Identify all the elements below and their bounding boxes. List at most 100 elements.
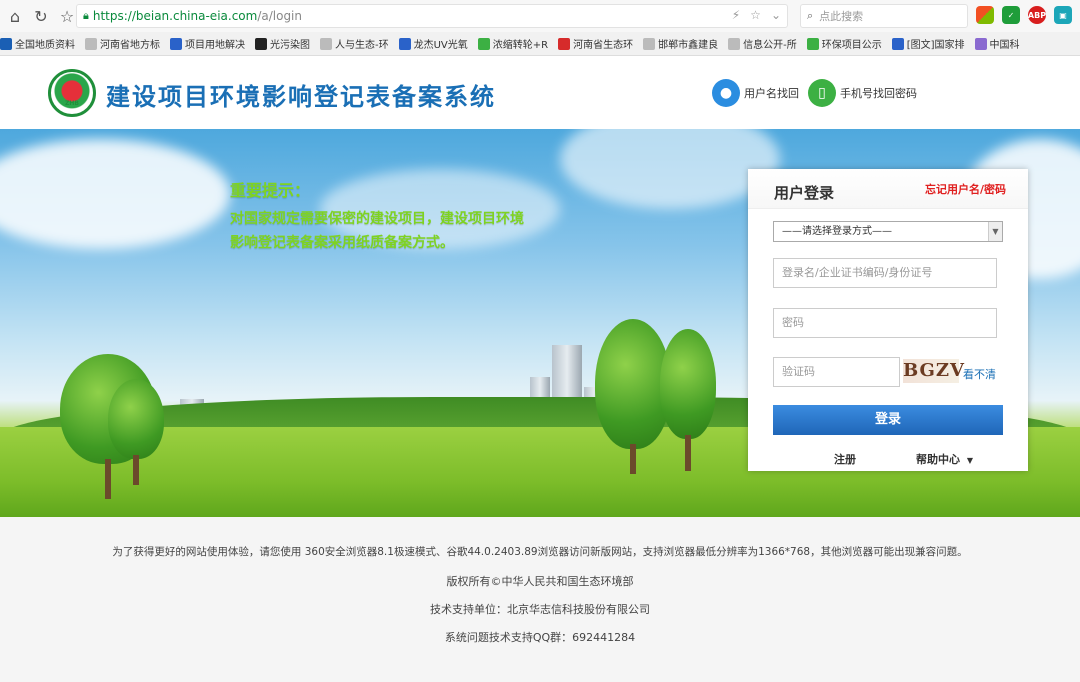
phone-recover-label: 手机号找回密码 [840, 87, 917, 100]
cloud [0, 139, 230, 249]
bookmark-label: 光污染图 [270, 40, 310, 51]
bookmark-label: 全国地质资料 [15, 40, 75, 51]
footer: 为了获得更好的网站使用体验，请您使用 360安全浏览器8.1极速模式、谷歌44.… [0, 517, 1080, 682]
browser-toolbar: ⌂ ↻ ☆ 🔒︎ https://beian.china-eia.com/a/l… [0, 0, 1080, 32]
footer-qq-group: 系统问题技术支持QQ群：692441284 [444, 631, 636, 644]
bookmark-item[interactable]: 浓缩转轮+R [477, 36, 549, 51]
bookmark-item[interactable]: 邯郸市鑫建良 [643, 36, 718, 51]
bookmark-label: 浓缩转轮+R [492, 40, 549, 51]
bookmark-icon [643, 37, 656, 50]
username-recover-label: 用户名找回 [744, 87, 799, 100]
screen-extension-icon[interactable]: ▣ [1054, 6, 1072, 24]
lightning-icon[interactable]: ⚡ [732, 8, 740, 22]
chevron-down-icon: ▼ [988, 222, 1002, 241]
username-input[interactable]: 登录名/企业证书编码/身份证号 [773, 258, 997, 288]
star-icon[interactable]: ☆ [56, 5, 78, 27]
bookmark-item[interactable]: 河南省地方标 [85, 36, 160, 51]
login-header: 用户登录 忘记用户名/密码 [748, 169, 1028, 209]
bookmark-item[interactable]: 光污染图 [255, 36, 310, 51]
url-path: /a/login [257, 9, 302, 23]
grid-extension-icon[interactable] [976, 6, 994, 24]
user-icon: ● [712, 79, 740, 107]
url-actions: ⚡ ☆ ⌄ [732, 8, 781, 22]
phone-icon: ▯ [808, 79, 836, 107]
bookmark-label: [图文]国家排 [906, 40, 965, 51]
bookmark-icon [85, 37, 97, 50]
browser-search-input[interactable]: ⌕ 点此搜索 [800, 4, 968, 28]
site-logo: ZHB [48, 69, 96, 117]
bookmarks-bar: 全国地质资料 河南省地方标 项目用地解决 光污染图 人与生态-环 龙杰UV光氧 浓缩转轮+R… [0, 32, 1080, 56]
captcha-placeholder: 验证码 [782, 365, 815, 378]
bookmark-label: 龙杰UV光氧 [413, 40, 468, 51]
bookmark-item[interactable]: 项目用地解决 [170, 36, 245, 51]
username-placeholder: 登录名/企业证书编码/身份证号 [782, 266, 933, 279]
bookmark-icon [170, 37, 182, 50]
bookmark-label: 中国科 [989, 40, 1020, 51]
shield-extension-icon[interactable]: ✓ [1002, 6, 1020, 24]
notice-title: 重要提示： [230, 181, 311, 200]
chevron-down-icon[interactable]: ⌄ [771, 8, 781, 22]
bookmark-icon [728, 37, 741, 50]
abp-extension-icon[interactable]: ABP [1028, 6, 1046, 24]
username-recover-link[interactable]: ● 用户名找回 [712, 79, 799, 107]
bookmark-label: 环保项目公示 [821, 40, 882, 51]
bookmark-star-icon[interactable]: ☆ [750, 8, 761, 22]
forgot-credentials-link[interactable]: 忘记用户名/密码 [925, 181, 1006, 197]
bookmark-item[interactable]: 人与生态-环 [320, 36, 389, 51]
bookmark-item[interactable]: 环保项目公示 [806, 36, 882, 51]
login-method-select[interactable]: ——请选择登录方式—— ▼ [773, 221, 1003, 242]
address-bar[interactable]: 🔒︎ https://beian.china-eia.com/a/login ⚡… [76, 4, 788, 28]
bookmark-item[interactable]: 中国科 [974, 36, 1020, 51]
home-icon[interactable]: ⌂ [4, 5, 26, 27]
login-title: 用户登录 [774, 184, 835, 202]
cloud [560, 129, 780, 209]
url-host: https://beian.china-eia.com [92, 9, 258, 23]
bookmark-label: 信息公开-所 [743, 40, 797, 51]
bookmark-icon [558, 37, 571, 50]
bookmark-icon [320, 37, 332, 50]
lock-icon: 🔒︎ [83, 9, 89, 22]
bookmark-label: 河南省地方标 [100, 40, 160, 51]
captcha-input[interactable]: 验证码 [773, 357, 900, 387]
bookmark-item[interactable]: 全国地质资料 [0, 36, 75, 51]
bookmark-icon [806, 37, 819, 50]
footer-tech-support: 技术支持单位：北京华志信科技股份有限公司 [430, 603, 650, 616]
login-method-value: ——请选择登录方式—— [782, 226, 892, 237]
bookmark-icon [255, 37, 267, 50]
help-center-link[interactable]: 帮助中心 ▼ [916, 451, 973, 467]
search-icon: ⌕ [807, 9, 814, 22]
bookmark-icon [477, 37, 490, 50]
bookmark-icon [891, 37, 904, 50]
logo-text: ZHB [65, 100, 79, 107]
bookmark-label: 河南省生态环 [573, 40, 634, 51]
login-panel: 用户登录 忘记用户名/密码 ——请选择登录方式—— ▼ 登录名/企业证书编码/身… [748, 169, 1028, 471]
bookmark-item[interactable]: [图文]国家排 [891, 36, 965, 51]
phone-recover-link[interactable]: ▯ 手机号找回密码 [808, 79, 917, 107]
bookmark-icon [0, 37, 12, 50]
bookmark-item[interactable]: 信息公开-所 [728, 36, 797, 51]
bookmark-label: 项目用地解决 [185, 40, 245, 51]
help-center-label: 帮助中心 [916, 453, 960, 466]
bookmark-icon [974, 37, 987, 50]
captcha-image[interactable]: BGZV [903, 359, 964, 383]
extension-icons: ✓ ABP ▣ [976, 6, 1072, 24]
notice-text: 对国家规定需要保密的建设项目，建设项目环境影响登记表备案采用纸质备案方式。 [230, 211, 524, 251]
caret-down-icon: ▼ [966, 456, 973, 465]
bookmark-label: 人与生态-环 [335, 40, 389, 51]
page-title: 建设项目环境影响登记表备案系统 [106, 83, 496, 111]
password-placeholder: 密码 [782, 316, 804, 329]
bookmark-icon [398, 37, 411, 50]
bookmark-label: 邯郸市鑫建良 [658, 40, 719, 51]
bookmark-item[interactable]: 龙杰UV光氧 [398, 36, 468, 51]
search-placeholder: 点此搜索 [819, 10, 864, 23]
password-input[interactable]: 密码 [773, 308, 997, 338]
url-text: https://beian.china-eia.com/a/login [93, 9, 302, 23]
bookmark-item[interactable]: 河南省生态环 [558, 36, 633, 51]
footer-browser-notice: 为了获得更好的网站使用体验，请您使用 360安全浏览器8.1极速模式、谷歌44.… [112, 546, 968, 558]
register-link[interactable]: 注册 [834, 451, 856, 467]
login-button[interactable]: 登录 [773, 405, 1003, 435]
footer-copyright: 版权所有©中华人民共和国生态环境部 [446, 575, 634, 588]
site-header: ZHB 建设项目环境影响登记表备案系统 ● 用户名找回 ▯ 手机号找回密码 [0, 57, 1080, 129]
refresh-captcha-link[interactable]: 看不清 [963, 366, 996, 382]
refresh-icon[interactable]: ↻ [30, 5, 52, 27]
